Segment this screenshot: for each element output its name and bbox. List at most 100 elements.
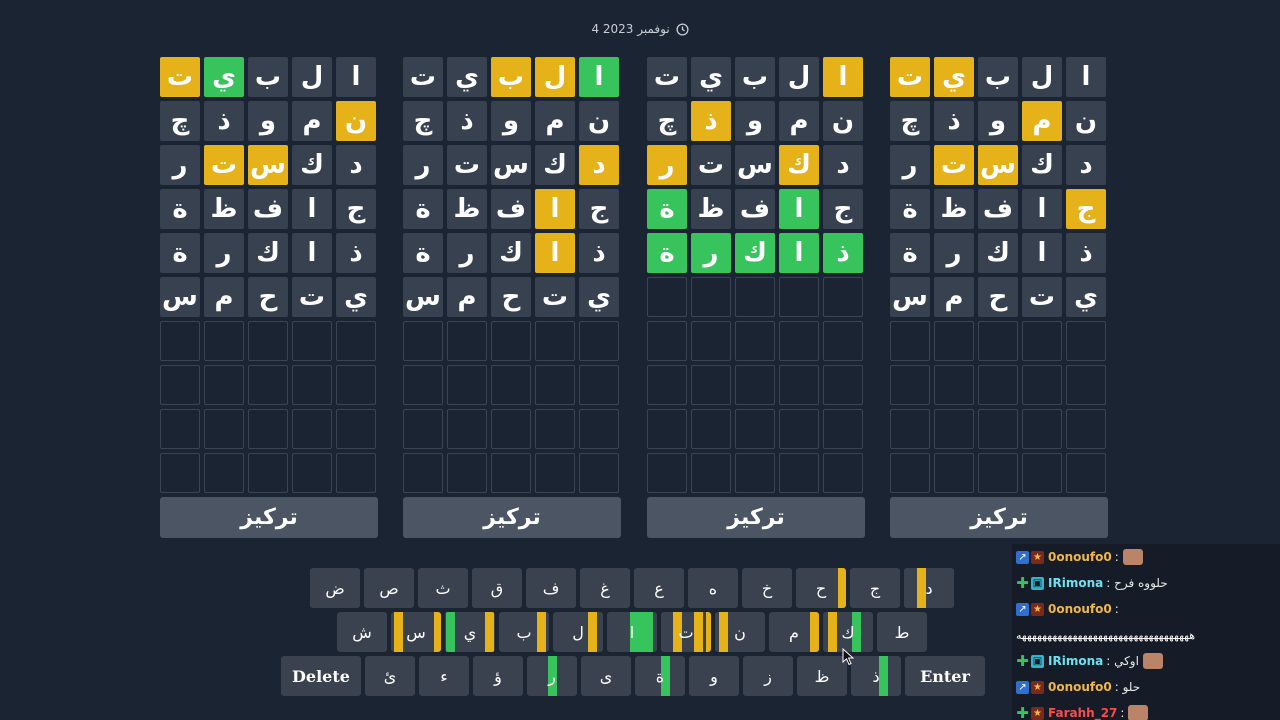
tile: [735, 365, 775, 405]
tile: ا: [823, 57, 863, 97]
tile: و: [248, 101, 288, 141]
tile: س: [160, 277, 200, 317]
tile: ر: [890, 145, 930, 185]
emote-icon: [1142, 653, 1163, 669]
focus-button-1[interactable]: تركيز: [160, 497, 378, 538]
key[interactable]: ج: [850, 568, 900, 608]
key[interactable]: غ: [580, 568, 630, 608]
tile: [579, 321, 619, 361]
tile: س: [248, 145, 288, 185]
plus-badge-icon: ✚: [1016, 652, 1029, 670]
tile: ك: [535, 145, 575, 185]
board-grid: تيبلاچذومنرتسكدةظفاجةركاذسمحتي: [403, 57, 621, 493]
key[interactable]: ر: [527, 656, 577, 696]
tile: ت: [647, 57, 687, 97]
key[interactable]: م: [769, 612, 819, 652]
key-label: ر: [548, 666, 556, 686]
key[interactable]: ه: [688, 568, 738, 608]
key-label: ا: [629, 622, 635, 642]
tile: ة: [890, 233, 930, 273]
key[interactable]: و: [689, 656, 739, 696]
key[interactable]: ب: [499, 612, 549, 652]
key[interactable]: ص: [364, 568, 414, 608]
key[interactable]: ف: [526, 568, 576, 608]
chat-username[interactable]: 0onoufo0: [1048, 602, 1112, 616]
game-badge-icon: ▣: [1031, 576, 1044, 590]
key[interactable]: ط: [877, 612, 927, 652]
tile: ح: [491, 277, 531, 317]
key[interactable]: ث: [418, 568, 468, 608]
tile: [934, 365, 974, 405]
tile: ذ: [579, 233, 619, 273]
tile: [336, 409, 376, 449]
focus-button-3[interactable]: تركيز: [647, 497, 865, 538]
chat-overlay: ↗ ★ 0onoufo0: ✚ ▣ IRimona: حلووه فرح ↗ ★ 0onoufo…: [1012, 544, 1280, 720]
tile: [535, 453, 575, 493]
tile: ت: [934, 145, 974, 185]
key[interactable]: ن: [715, 612, 765, 652]
key[interactable]: ح: [796, 568, 846, 608]
chat-message: ✚ ▣ IRimona: حلووه فرح: [1012, 570, 1280, 596]
key[interactable]: ء: [419, 656, 469, 696]
tile: ل: [292, 57, 332, 97]
share-badge-icon: ↗: [1016, 602, 1029, 616]
key[interactable]: ت: [661, 612, 711, 652]
tile: [735, 321, 775, 361]
chat-username[interactable]: Farahh_27: [1048, 706, 1117, 720]
star-badge-icon: ★: [1031, 680, 1044, 694]
key[interactable]: ي: [445, 612, 495, 652]
chat-username[interactable]: IRimona: [1048, 576, 1103, 590]
tile: ذ: [204, 101, 244, 141]
key[interactable]: ذ: [851, 656, 901, 696]
focus-button-2[interactable]: تركيز: [403, 497, 621, 538]
tile: [691, 409, 731, 449]
key[interactable]: ظ: [797, 656, 847, 696]
tile: [934, 409, 974, 449]
key[interactable]: ش: [337, 612, 387, 652]
tile: و: [735, 101, 775, 141]
enter-key[interactable]: Enter: [905, 656, 985, 696]
tile: چ: [160, 101, 200, 141]
tile: ت: [447, 145, 487, 185]
tile: ذ: [823, 233, 863, 273]
tile: س: [978, 145, 1018, 185]
key[interactable]: ئ: [365, 656, 415, 696]
key[interactable]: ؤ: [473, 656, 523, 696]
key-label: م: [789, 622, 799, 642]
key[interactable]: ا: [607, 612, 657, 652]
tile: ا: [1022, 233, 1062, 273]
chat-username[interactable]: IRimona: [1048, 654, 1103, 668]
tile: ا: [336, 57, 376, 97]
delete-key[interactable]: Delete: [281, 656, 361, 696]
tile: [735, 409, 775, 449]
tile: چ: [647, 101, 687, 141]
key[interactable]: ى: [581, 656, 631, 696]
key[interactable]: ض: [310, 568, 360, 608]
tile: ل: [779, 57, 819, 97]
tile: [447, 365, 487, 405]
key[interactable]: ل: [553, 612, 603, 652]
key[interactable]: خ: [742, 568, 792, 608]
tile: س: [491, 145, 531, 185]
tile: ك: [1022, 145, 1062, 185]
key[interactable]: ع: [634, 568, 684, 608]
chat-username[interactable]: 0onoufo0: [1048, 550, 1112, 564]
tile: م: [535, 101, 575, 141]
tile: ي: [336, 277, 376, 317]
tile: ت: [403, 57, 443, 97]
focus-button-4[interactable]: تركيز: [890, 497, 1108, 538]
tile: ن: [579, 101, 619, 141]
tile: [579, 409, 619, 449]
key[interactable]: س: [391, 612, 441, 652]
key[interactable]: د: [904, 568, 954, 608]
tile: ب: [491, 57, 531, 97]
key[interactable]: ق: [472, 568, 522, 608]
key[interactable]: ز: [743, 656, 793, 696]
key-label: ص: [379, 578, 399, 598]
tile: [403, 321, 443, 361]
key[interactable]: ك: [823, 612, 873, 652]
chat-username[interactable]: 0onoufo0: [1048, 680, 1112, 694]
key[interactable]: ة: [635, 656, 685, 696]
tile: [647, 453, 687, 493]
tile: [248, 365, 288, 405]
